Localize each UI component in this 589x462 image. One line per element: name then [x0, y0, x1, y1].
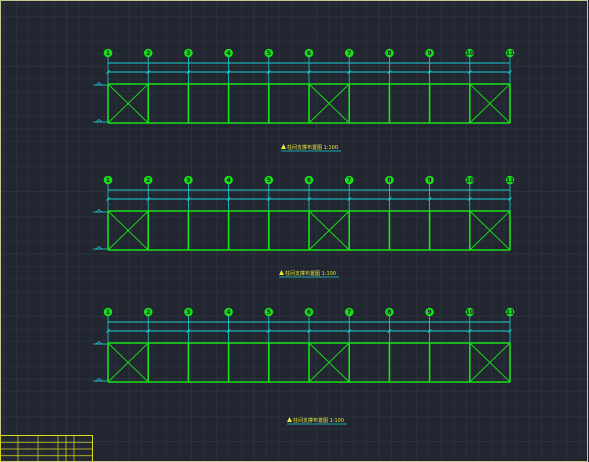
cad-drawing[interactable]: 1 2 3 4 5 6 7 8 9 10 11 柱间支撑布置图 1:100 1 2 3 4 5 6 7 8 9 10 11 柱…	[0, 0, 589, 462]
axis-bubble-label: 1	[106, 177, 110, 184]
axis-bubble-label: 6	[307, 50, 311, 57]
axis-bubble-label: 9	[428, 177, 432, 184]
axis-bubble-label: 11	[506, 50, 514, 57]
axis-bubble-label: 4	[227, 177, 231, 184]
axis-bubble-label: 6	[307, 309, 311, 316]
axis-bubble-label: 2	[146, 177, 150, 184]
axis-bubble-label: 2	[146, 50, 150, 57]
axis-bubble-label: 9	[428, 309, 432, 316]
section-mark-icon	[279, 270, 284, 275]
axis-bubble-label: 4	[227, 50, 231, 57]
axis-bubble-label: 2	[146, 309, 150, 316]
elevation-drawings[interactable]: 1 2 3 4 5 6 7 8 9 10 11 柱间支撑布置图 1:100 1 2 3 4 5 6 7 8 9 10 11 柱…	[93, 48, 515, 425]
cad-model-space[interactable]: 1 2 3 4 5 6 7 8 9 10 11 柱间支撑布置图 1:100 1 2 3 4 5 6 7 8 9 10 11 柱…	[0, 0, 589, 462]
axis-bubble-label: 7	[347, 177, 351, 184]
axis-bubble-label: 7	[347, 309, 351, 316]
elevation-caption: 柱间支撑布置图 1:100	[285, 270, 336, 277]
axis-bubble-label: 11	[506, 177, 514, 184]
axis-bubble-label: 3	[186, 177, 190, 184]
elevation-A[interactable]: 1 2 3 4 5 6 7 8 9 10 11 柱间支撑布置图 1:100	[93, 48, 515, 152]
axis-bubble-label: 7	[347, 50, 351, 57]
sheet-border	[0, 0, 588, 462]
axis-bubble-label: 5	[267, 309, 271, 316]
axis-bubble-label: 3	[186, 309, 190, 316]
axis-bubble-label: 10	[466, 50, 474, 57]
axis-bubble-label: 1	[106, 309, 110, 316]
axis-bubble-label: 4	[227, 309, 231, 316]
axis-bubble-label: 5	[267, 50, 271, 57]
elevation-C[interactable]: 1 2 3 4 5 6 7 8 9 10 11 柱间支撑布置图 1:100	[93, 307, 515, 425]
axis-bubble-label: 3	[186, 50, 190, 57]
axis-bubble-label: 8	[387, 177, 391, 184]
background-grid	[0, 0, 589, 462]
section-mark-icon	[281, 144, 286, 149]
axis-bubble-label: 10	[466, 177, 474, 184]
axis-bubble-label: 6	[307, 177, 311, 184]
axis-bubble-label: 1	[106, 50, 110, 57]
title-block[interactable]	[0, 435, 93, 462]
axis-bubble-label: 11	[506, 309, 514, 316]
axis-bubble-label: 9	[428, 50, 432, 57]
axis-bubble-label: 8	[387, 50, 391, 57]
axis-bubble-label: 5	[267, 177, 271, 184]
axis-bubble-label: 10	[466, 309, 474, 316]
elevation-caption: 柱间支撑布置图 1:100	[287, 144, 338, 151]
elevation-caption: 柱间支撑布置图 1:100	[293, 417, 344, 424]
axis-bubble-label: 8	[387, 309, 391, 316]
